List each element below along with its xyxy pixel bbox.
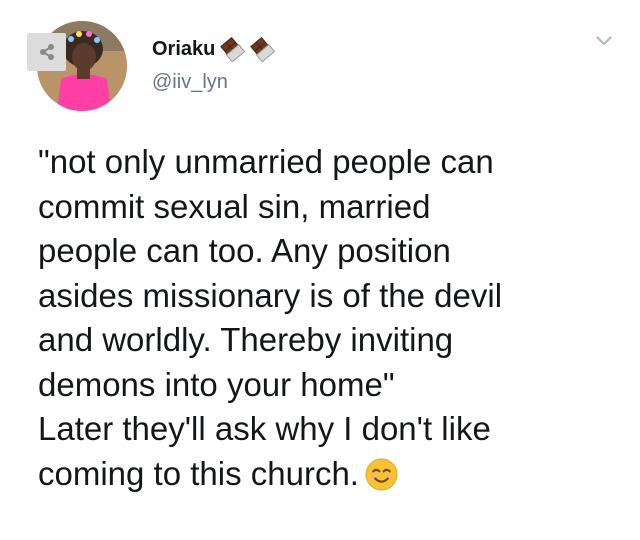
tweet-line: and worldly. Thereby inviting [38,321,454,358]
chocolate-bar-icon [250,36,276,62]
share-icon [39,44,54,60]
chevron-down-icon[interactable] [594,34,614,48]
smiling-face-icon [365,458,398,490]
tweet-text: "not only unmarried people can commit se… [38,140,618,496]
chocolate-bar-icon [220,36,246,62]
tweet-line: people can too. Any position [38,232,451,269]
tweet-last-line: coming to this church. [38,452,618,497]
tweet-line: demons into your home" [38,365,395,403]
tweet-line: commit sexual sin, married [38,187,431,225]
tweet-line-text: coming to this church. [38,454,359,492]
display-name-row[interactable]: Oriaku [152,36,276,62]
user-handle[interactable]: @iiv_lyn [152,71,228,94]
display-name[interactable]: Oriaku [152,38,215,61]
tweet-line: Later they'll ask why I don't like [38,410,491,447]
tweet-line: asides missionary is of the devil [38,276,503,314]
tweet-card: Oriaku @iiv_lyn "not only unmarried peop… [0,0,640,540]
tweet-line: "not only unmarried people can [38,143,494,180]
share-button[interactable] [27,33,66,71]
